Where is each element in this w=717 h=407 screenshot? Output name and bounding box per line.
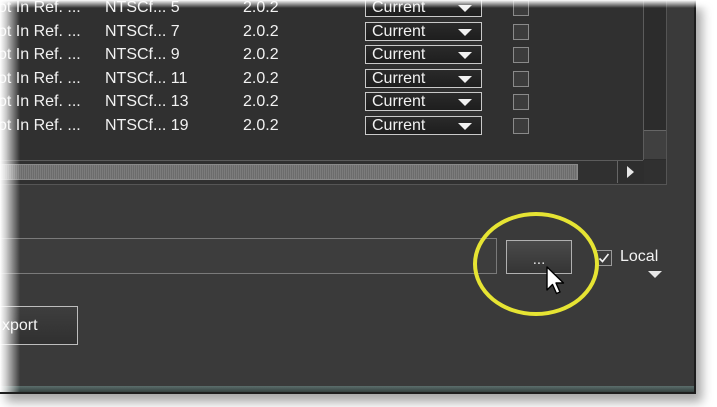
horizontal-scroll-thumb[interactable]: [0, 164, 578, 180]
table-row[interactable]: ot In Ref. ... NTSCf... 13 2.0.2 Current: [0, 91, 640, 113]
row-checkbox[interactable]: [513, 70, 529, 87]
chevron-down-icon: [458, 99, 472, 106]
cell-format: NTSCf... 13: [105, 93, 189, 110]
chevron-down-icon: [458, 75, 472, 83]
update-table: ot In Ref. ... NTSCf... 5 2.0.2 Current ot I…: [0, 0, 667, 278]
chevron-down-icon: [458, 52, 472, 59]
scroll-down-button[interactable]: [644, 130, 666, 278]
top-fade: [0, 0, 717, 8]
table-row[interactable]: ot In Ref. ... NTSCf... 9 2.0.2 Current: [0, 44, 640, 66]
row-checkbox[interactable]: [513, 47, 529, 63]
chevron-down-icon: [458, 122, 472, 130]
version-select-value: Current: [372, 22, 426, 40]
version-select[interactable]: Current: [365, 68, 482, 88]
arrow-right-icon: [627, 166, 634, 178]
cell-version: 2.0.2: [243, 116, 279, 134]
arrow-down-icon: [648, 271, 662, 278]
version-select-value: Current: [372, 46, 426, 63]
row-checkbox[interactable]: [513, 94, 529, 110]
row-checkbox[interactable]: [513, 117, 529, 134]
local-label: Local: [620, 248, 659, 265]
cell-reference: ot In Ref. ...: [0, 46, 81, 63]
cell-version: 2.0.2: [243, 22, 279, 40]
cell-format: NTSCf... 11: [105, 69, 188, 87]
cell-reference: ot In Ref. ...: [0, 93, 81, 110]
version-select[interactable]: Current: [365, 115, 482, 135]
version-select[interactable]: Current: [365, 21, 482, 41]
table-row[interactable]: ot In Ref. ... NTSCf... 19 2.0.2 Current: [0, 115, 640, 137]
row-checkbox[interactable]: [513, 23, 529, 40]
cell-version: 2.0.2: [243, 46, 279, 63]
vertical-scrollbar[interactable]: [643, 0, 666, 278]
chevron-down-icon: [458, 28, 472, 36]
cell-reference: ot In Ref. ...: [0, 116, 81, 134]
version-select-value: Current: [372, 116, 426, 134]
highlight-circle: [473, 212, 599, 316]
table-row[interactable]: ot In Ref. ... NTSCf... 7 2.0.2 Current: [0, 21, 640, 43]
checkmark-icon: [598, 253, 610, 263]
table-row[interactable]: ot In Ref. ... NTSCf... 11 2.0.2 Current: [0, 68, 640, 90]
cell-format: NTSCf... 19: [105, 116, 189, 134]
cell-reference: ot In Ref. ...: [0, 69, 81, 87]
scroll-right-button[interactable]: [617, 161, 644, 183]
horizontal-scrollbar[interactable]: [0, 160, 644, 183]
version-select-value: Current: [372, 69, 426, 87]
cell-reference: ot In Ref. ...: [0, 22, 81, 40]
cell-version: 2.0.2: [243, 69, 279, 87]
version-select[interactable]: Current: [365, 92, 482, 111]
cell-format: NTSCf... 9: [105, 46, 180, 63]
path-field[interactable]: [0, 238, 497, 274]
cell-version: 2.0.2: [243, 93, 279, 110]
cell-format: NTSCf... 7: [105, 22, 180, 40]
export-button[interactable]: xport: [0, 306, 78, 345]
dialog-panel: ot In Ref. ... NTSCf... 5 2.0.2 Current ot I…: [0, 0, 696, 394]
version-select-value: Current: [372, 93, 426, 110]
mouse-pointer-icon: [546, 266, 565, 295]
version-select[interactable]: Current: [365, 45, 482, 64]
